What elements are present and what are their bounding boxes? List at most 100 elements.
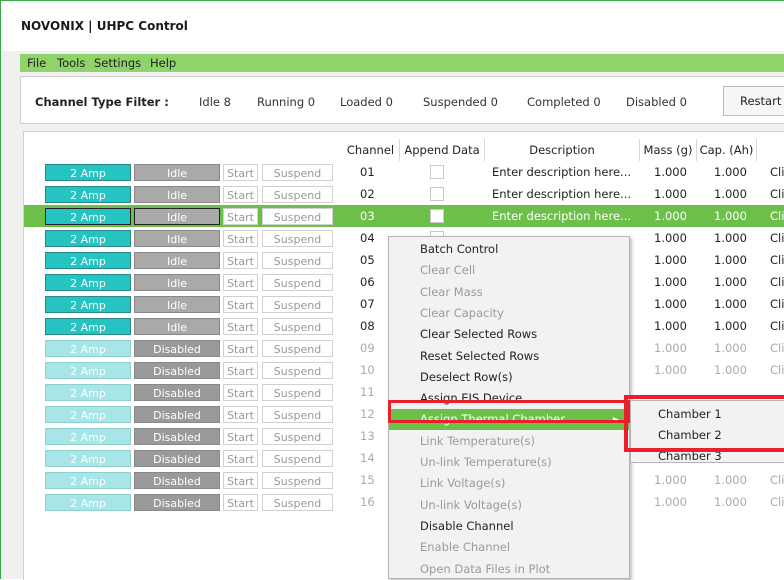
- suspend-button[interactable]: Suspend: [262, 384, 333, 401]
- filter-disabled[interactable]: Disabled 0: [626, 95, 687, 109]
- header-channel[interactable]: Channel: [342, 139, 400, 161]
- suspend-button[interactable]: Suspend: [262, 208, 333, 225]
- start-button[interactable]: Start: [223, 494, 258, 511]
- amp-button[interactable]: 2 Amp: [45, 472, 131, 489]
- state-button[interactable]: Disabled: [134, 384, 220, 401]
- start-button[interactable]: Start: [223, 164, 258, 181]
- start-button[interactable]: Start: [223, 186, 258, 203]
- suspend-button[interactable]: Suspend: [262, 164, 333, 181]
- start-button[interactable]: Start: [223, 340, 258, 357]
- header-capacity[interactable]: Cap. (Ah): [697, 139, 757, 161]
- capacity-cell[interactable]: 1.000: [714, 359, 754, 381]
- context-menu-item[interactable]: Link Temperature(s): [389, 431, 629, 452]
- filter-suspended[interactable]: Suspended 0: [423, 95, 498, 109]
- mass-cell[interactable]: 1.000: [654, 293, 694, 315]
- state-button[interactable]: Disabled: [134, 362, 220, 379]
- amp-button[interactable]: 2 Amp: [45, 494, 131, 511]
- state-button[interactable]: Disabled: [134, 494, 220, 511]
- suspend-button[interactable]: Suspend: [262, 450, 333, 467]
- header-append-data[interactable]: Append Data: [400, 139, 485, 161]
- context-menu-item[interactable]: Un-link Temperature(s): [389, 452, 629, 473]
- menu-file[interactable]: File: [27, 56, 46, 70]
- amp-button[interactable]: 2 Amp: [45, 164, 131, 181]
- capacity-cell[interactable]: 1.000: [714, 293, 754, 315]
- append-data-checkbox[interactable]: [430, 187, 444, 201]
- mass-cell[interactable]: 1.000: [654, 491, 694, 513]
- suspend-button[interactable]: Suspend: [262, 362, 333, 379]
- state-button[interactable]: Idle: [134, 318, 220, 335]
- restart-button[interactable]: Restart t: [723, 86, 784, 116]
- state-button[interactable]: Idle: [134, 208, 220, 225]
- start-button[interactable]: Start: [223, 208, 258, 225]
- start-button[interactable]: Start: [223, 472, 258, 489]
- context-menu-item[interactable]: Disable Channel: [389, 516, 629, 537]
- state-button[interactable]: Idle: [134, 252, 220, 269]
- amp-button[interactable]: 2 Amp: [45, 252, 131, 269]
- capacity-cell[interactable]: 1.000: [714, 205, 754, 227]
- suspend-button[interactable]: Suspend: [262, 230, 333, 247]
- description-cell[interactable]: Enter description here...: [492, 183, 638, 205]
- suspend-button[interactable]: Suspend: [262, 274, 333, 291]
- mass-cell[interactable]: 1.000: [654, 271, 694, 293]
- suspend-button[interactable]: Suspend: [262, 252, 333, 269]
- context-menu-item[interactable]: Enable Channel: [389, 537, 629, 558]
- header-mass[interactable]: Mass (g): [640, 139, 697, 161]
- state-button[interactable]: Idle: [134, 274, 220, 291]
- start-button[interactable]: Start: [223, 318, 258, 335]
- table-row[interactable]: 2 Amp Idle Start Suspend 01 Enter description…: [24, 161, 784, 183]
- suspend-button[interactable]: Suspend: [262, 340, 333, 357]
- amp-button[interactable]: 2 Amp: [45, 296, 131, 313]
- context-menu-item[interactable]: Link Voltage(s): [389, 473, 629, 494]
- start-button[interactable]: Start: [223, 406, 258, 423]
- amp-button[interactable]: 2 Amp: [45, 230, 131, 247]
- mass-cell[interactable]: 1.000: [654, 205, 694, 227]
- amp-button[interactable]: 2 Amp: [45, 274, 131, 291]
- capacity-cell[interactable]: 1.000: [714, 315, 754, 337]
- start-button[interactable]: Start: [223, 274, 258, 291]
- menu-tools[interactable]: Tools: [57, 56, 85, 70]
- state-button[interactable]: Disabled: [134, 340, 220, 357]
- context-menu-item[interactable]: Reset Selected Rows: [389, 346, 629, 367]
- suspend-button[interactable]: Suspend: [262, 472, 333, 489]
- amp-button[interactable]: 2 Amp: [45, 186, 131, 203]
- mass-cell[interactable]: 1.000: [654, 315, 694, 337]
- capacity-cell[interactable]: 1.000: [714, 337, 754, 359]
- mass-cell[interactable]: 1.000: [654, 337, 694, 359]
- capacity-cell[interactable]: 1.000: [714, 161, 754, 183]
- menu-help[interactable]: Help: [150, 56, 176, 70]
- suspend-button[interactable]: Suspend: [262, 296, 333, 313]
- capacity-cell[interactable]: 1.000: [714, 491, 754, 513]
- context-menu-item[interactable]: Clear Capacity: [389, 303, 629, 324]
- start-button[interactable]: Start: [223, 296, 258, 313]
- header-description[interactable]: Description: [485, 139, 640, 161]
- state-button[interactable]: Disabled: [134, 450, 220, 467]
- mass-cell[interactable]: 1.000: [654, 359, 694, 381]
- capacity-cell[interactable]: 1.000: [714, 249, 754, 271]
- amp-button[interactable]: 2 Amp: [45, 406, 131, 423]
- suspend-button[interactable]: Suspend: [262, 406, 333, 423]
- context-menu-item[interactable]: Clear Mass: [389, 282, 629, 303]
- context-menu-item[interactable]: Clear Cell: [389, 260, 629, 281]
- amp-button[interactable]: 2 Amp: [45, 362, 131, 379]
- amp-button[interactable]: 2 Amp: [45, 318, 131, 335]
- suspend-button[interactable]: Suspend: [262, 186, 333, 203]
- menu-settings[interactable]: Settings: [94, 56, 141, 70]
- filter-running[interactable]: Running 0: [257, 95, 315, 109]
- state-button[interactable]: Idle: [134, 230, 220, 247]
- suspend-button[interactable]: Suspend: [262, 318, 333, 335]
- start-button[interactable]: Start: [223, 428, 258, 445]
- capacity-cell[interactable]: 1.000: [714, 183, 754, 205]
- state-button[interactable]: Idle: [134, 296, 220, 313]
- mass-cell[interactable]: 1.000: [654, 161, 694, 183]
- filter-completed[interactable]: Completed 0: [527, 95, 601, 109]
- context-menu-item[interactable]: Batch Control: [389, 239, 629, 260]
- amp-button[interactable]: 2 Amp: [45, 428, 131, 445]
- amp-button[interactable]: 2 Amp: [45, 208, 131, 225]
- table-row[interactable]: 2 Amp Idle Start Suspend 03 Enter description…: [24, 205, 784, 227]
- context-menu-item[interactable]: Open Data Files in Plot: [389, 559, 629, 580]
- state-button[interactable]: Disabled: [134, 472, 220, 489]
- context-menu-item[interactable]: Clear Selected Rows: [389, 324, 629, 345]
- description-cell[interactable]: Enter description here...: [492, 205, 638, 227]
- capacity-cell[interactable]: 1.000: [714, 227, 754, 249]
- table-row[interactable]: 2 Amp Idle Start Suspend 02 Enter description…: [24, 183, 784, 205]
